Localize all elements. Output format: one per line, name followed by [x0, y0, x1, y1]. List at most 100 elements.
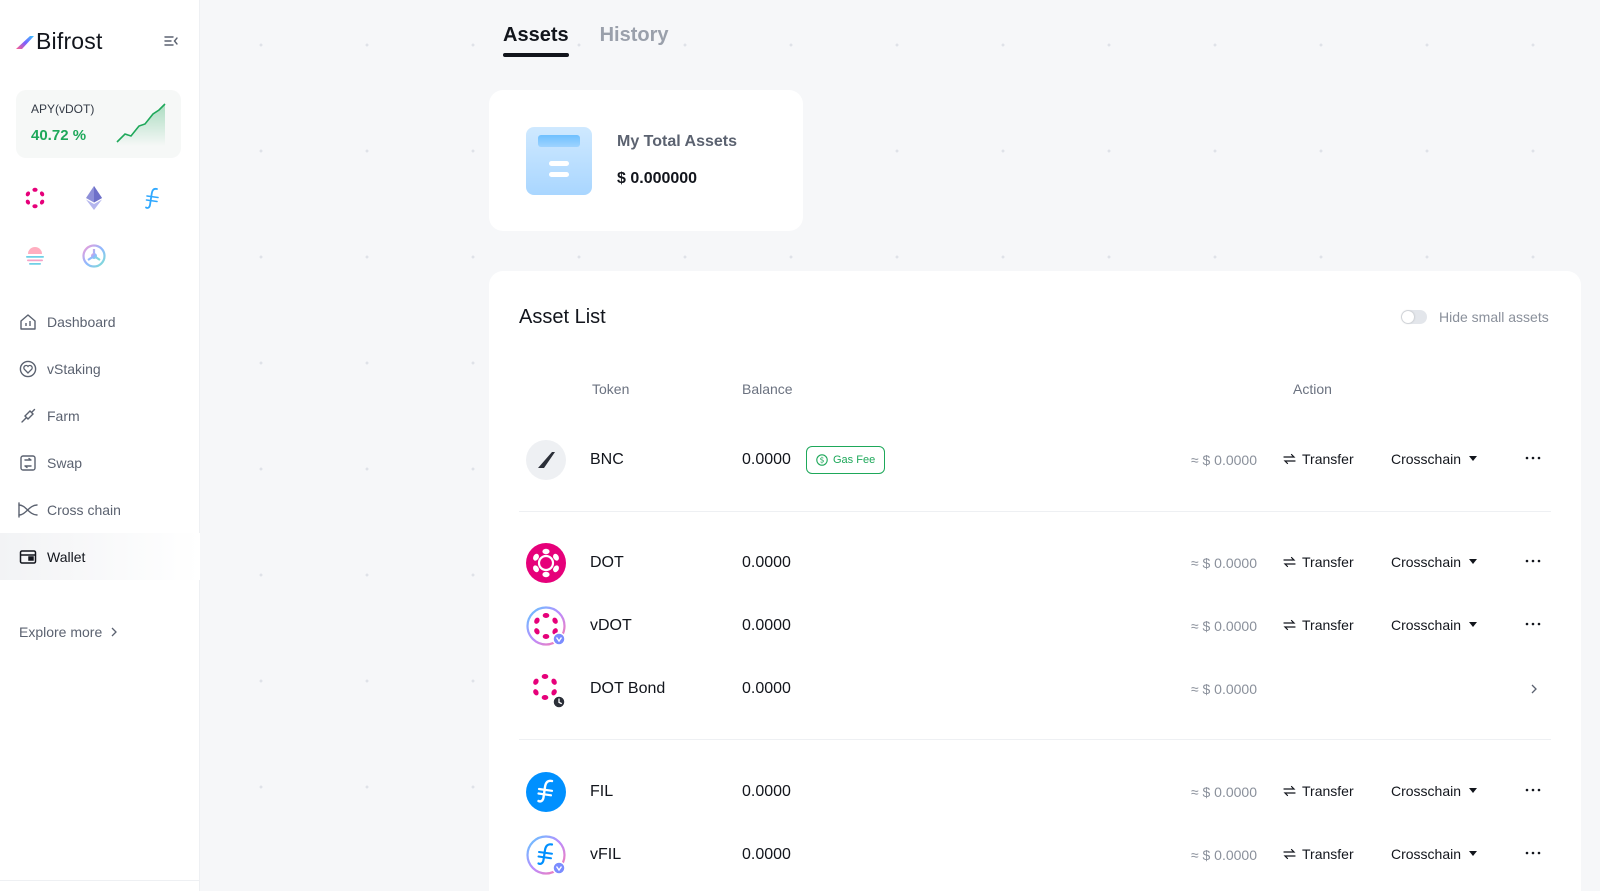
- moonriver-chain-button[interactable]: [22, 243, 48, 269]
- token-name: vFIL: [590, 846, 622, 863]
- token-usd-value: ≈ $ 0.0000: [1190, 847, 1257, 863]
- total-assets-value: $ 0.000000: [617, 170, 698, 187]
- more-options-icon[interactable]: [1523, 780, 1543, 800]
- chevron-right-icon[interactable]: [1527, 681, 1541, 697]
- token-balance: 0.0000: [742, 783, 791, 800]
- crosschain-dropdown[interactable]: Crosschain: [1391, 554, 1478, 570]
- transfer-icon: [1283, 785, 1296, 797]
- more-options-icon[interactable]: [1523, 551, 1543, 571]
- nav-label-wallet: Wallet: [47, 548, 86, 565]
- page-tabs: Assets History: [503, 24, 669, 57]
- token-usd-value: ≈ $ 0.0000: [1190, 618, 1257, 634]
- vfil-token-icon: [526, 835, 566, 875]
- asset-row-dot: DOT 0.0000 ≈ $ 0.0000 Transfer Crosschai…: [519, 543, 1551, 583]
- asset-list-card: Asset List Hide small assets Token Balan…: [489, 271, 1581, 891]
- nav-item-wallet[interactable]: Wallet: [0, 533, 200, 580]
- transfer-button[interactable]: Transfer: [1283, 783, 1354, 799]
- nav-label-dashboard: Dashboard: [47, 313, 116, 330]
- nav-item-dashboard[interactable]: Dashboard: [0, 298, 200, 345]
- polkadot-icon: [25, 187, 45, 209]
- tab-history[interactable]: History: [600, 24, 669, 55]
- wallet-card-icon: [526, 127, 592, 195]
- crosschain-label: Crosschain: [1391, 554, 1462, 570]
- vdot-token-icon: [526, 606, 566, 646]
- apy-label: APY(vDOT): [31, 102, 95, 116]
- ethereum-chain-button[interactable]: [81, 185, 107, 211]
- transfer-label: Transfer: [1302, 451, 1354, 467]
- crosschain-dropdown[interactable]: Crosschain: [1391, 451, 1478, 467]
- sidebar-footer-divider: [0, 880, 200, 881]
- column-header-balance: Balance: [742, 381, 793, 397]
- token-balance: 0.0000: [742, 846, 791, 863]
- nav-item-farm[interactable]: Farm: [0, 392, 200, 439]
- hide-small-assets-toggle[interactable]: Hide small assets: [1401, 309, 1549, 325]
- token-usd-value: ≈ $ 0.0000: [1190, 452, 1257, 468]
- transfer-button[interactable]: Transfer: [1283, 846, 1354, 862]
- caret-down-icon: [1469, 559, 1478, 564]
- collapse-sidebar-button[interactable]: [163, 33, 179, 49]
- nav-item-cross-chain[interactable]: Cross chain: [0, 486, 200, 533]
- apy-sparkline-icon: [116, 103, 166, 146]
- column-header-token: Token: [592, 381, 630, 397]
- apy-value: 40.72 %: [31, 127, 87, 144]
- nav-label-swap: Swap: [47, 454, 83, 471]
- more-options-icon[interactable]: [1523, 614, 1543, 634]
- crosschain-dropdown[interactable]: Crosschain: [1391, 783, 1478, 799]
- nav-label-farm: Farm: [47, 407, 80, 424]
- brand-logo[interactable]: Bifrost: [16, 28, 103, 55]
- kusama-icon: [82, 244, 106, 268]
- polkadot-chain-button[interactable]: [22, 185, 48, 211]
- filecoin-chain-button[interactable]: [140, 185, 166, 211]
- brand-name: Bifrost: [36, 28, 103, 54]
- transfer-button[interactable]: Transfer: [1283, 617, 1354, 633]
- crosschain-dropdown[interactable]: Crosschain: [1391, 846, 1478, 862]
- explore-more-link[interactable]: Explore more: [19, 624, 118, 640]
- total-assets-card: My Total Assets $ 0.000000: [489, 90, 803, 231]
- crosschain-dropdown[interactable]: Crosschain: [1391, 617, 1478, 633]
- more-options-icon[interactable]: [1523, 843, 1543, 863]
- asset-row-vfil: vFIL 0.0000 ≈ $ 0.0000 Transfer Crosscha…: [519, 835, 1551, 875]
- toggle-switch[interactable]: [1401, 310, 1427, 324]
- nav-item-swap[interactable]: Swap: [0, 439, 200, 486]
- nav-label-cross-chain: Cross chain: [47, 501, 121, 518]
- transfer-label: Transfer: [1302, 554, 1354, 570]
- asset-list-title: Asset List: [519, 306, 606, 328]
- group-divider: [519, 511, 1551, 512]
- token-usd-value: ≈ $ 0.0000: [1190, 681, 1257, 697]
- shovel-icon: [18, 406, 38, 426]
- transfer-icon: [1283, 453, 1296, 465]
- swap-icon: [18, 453, 38, 473]
- kusama-chain-button[interactable]: [81, 243, 107, 269]
- crosschain-label: Crosschain: [1391, 451, 1462, 467]
- apy-card[interactable]: APY(vDOT) 40.72 %: [16, 90, 181, 158]
- more-options-icon[interactable]: [1523, 448, 1543, 468]
- crosschain-label: Crosschain: [1391, 783, 1462, 799]
- column-header-action: Action: [1293, 381, 1332, 397]
- token-balance: 0.0000: [742, 617, 791, 634]
- token-usd-value: ≈ $ 0.0000: [1190, 555, 1257, 571]
- fil-token-icon: [526, 772, 566, 812]
- dot-token-icon: [526, 543, 566, 583]
- home-icon: [18, 312, 38, 332]
- transfer-button[interactable]: Transfer: [1283, 554, 1354, 570]
- transfer-icon: [1283, 556, 1296, 568]
- collapse-menu-icon: [164, 36, 178, 46]
- token-name: vDOT: [590, 617, 632, 634]
- tab-assets[interactable]: Assets: [503, 24, 569, 57]
- cross-chain-icon: [18, 500, 38, 520]
- bnc-token-icon: [526, 440, 566, 480]
- total-assets-label: My Total Assets: [617, 133, 738, 150]
- crosschain-label: Crosschain: [1391, 846, 1462, 862]
- caret-down-icon: [1469, 456, 1478, 461]
- nav-item-vstaking[interactable]: vStaking: [0, 345, 200, 392]
- token-name: FIL: [590, 783, 614, 800]
- wallet-icon: [18, 547, 38, 567]
- transfer-button[interactable]: Transfer: [1283, 451, 1354, 467]
- filecoin-icon: [145, 187, 159, 209]
- token-balance: 0.0000: [742, 451, 791, 468]
- token-usd-value: ≈ $ 0.0000: [1190, 784, 1257, 800]
- dollar-circle-icon: $: [816, 454, 828, 466]
- moonriver-icon: [26, 247, 44, 265]
- svg-text:$: $: [820, 456, 825, 465]
- crosschain-label: Crosschain: [1391, 617, 1462, 633]
